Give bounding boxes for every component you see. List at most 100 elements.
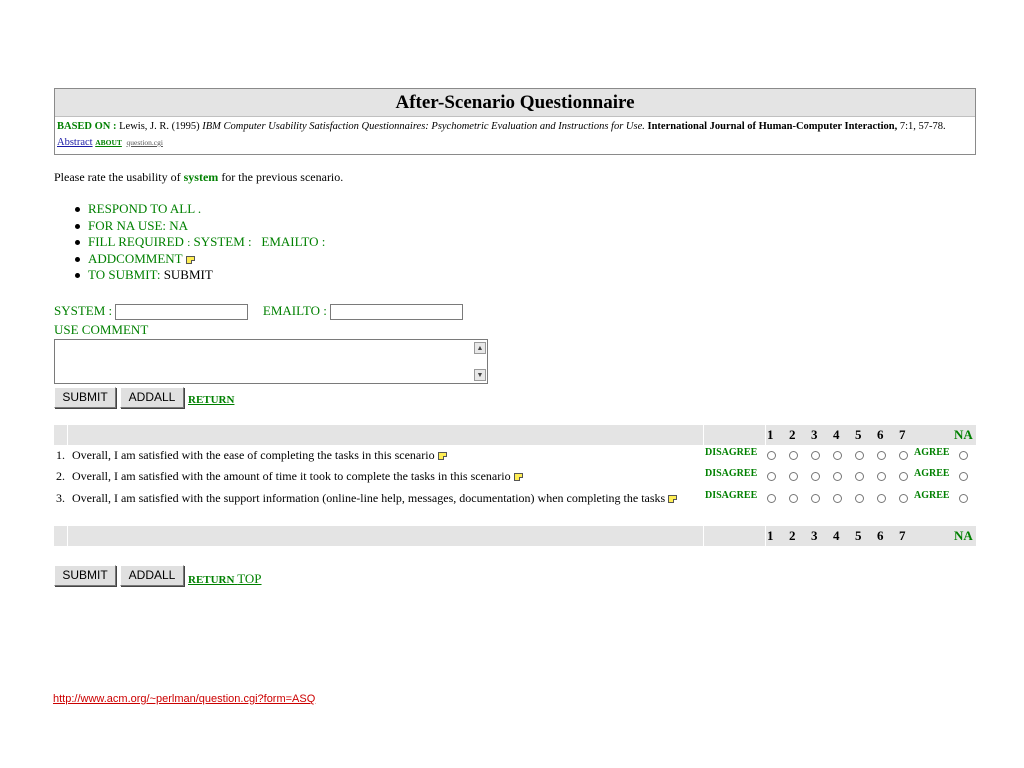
radio-7[interactable] xyxy=(899,494,908,503)
for-na-text: FOR NA USE: NA xyxy=(88,217,189,233)
radio-5[interactable] xyxy=(855,472,864,481)
scroll-down-arrow-icon[interactable]: ▼ xyxy=(474,369,486,381)
radio-1[interactable] xyxy=(767,494,776,503)
intro-suffix: for the previous scenario. xyxy=(221,170,344,184)
return-link[interactable]: RETURN xyxy=(188,394,234,406)
return-top-a: RETURN xyxy=(188,574,235,586)
radio-4[interactable] xyxy=(833,451,842,460)
radio-1[interactable] xyxy=(767,451,776,460)
return-top-b: TOP xyxy=(237,571,262,586)
to-submit-value: SUBMIT xyxy=(163,267,213,282)
instruction-fill-required: FILL REQUIRED : SYSTEM : EMAILTO : xyxy=(54,234,325,251)
scroll-up-arrow-icon[interactable]: ▲ xyxy=(474,342,486,354)
comment-textarea[interactable]: ▲ ▼ xyxy=(54,339,488,384)
addall-button-top[interactable]: ADDALL xyxy=(120,387,184,408)
system-input[interactable] xyxy=(115,304,249,321)
question-number: 2. xyxy=(56,469,65,483)
table-row: 3. Overall, I am satisfied with the suppo… xyxy=(54,488,976,526)
table-row: 1. Overall, I am satisfied with the ease … xyxy=(54,445,976,466)
citation-author: Lewis, J. R. (1995) xyxy=(119,121,200,132)
scale-footer-row: 1 2 3 4 5 6 7 NA xyxy=(54,526,976,546)
return-top-link[interactable]: RETURN TOP xyxy=(188,571,262,587)
radio-2[interactable] xyxy=(789,472,798,481)
radio-6[interactable] xyxy=(877,494,886,503)
agree-label: AGREE xyxy=(914,447,950,458)
radio-5[interactable] xyxy=(855,451,864,460)
header-box: After-Scenario Questionnaire BASED ON : … xyxy=(54,88,976,155)
agree-label: AGREE xyxy=(914,468,950,479)
question-label: Overall, I am satisfied with the ease of… xyxy=(72,448,435,462)
system-label: SYSTEM : xyxy=(54,303,113,318)
question-number: 3. xyxy=(56,491,65,505)
citation: BASED ON : Lewis, J. R. (1995) IBM Compu… xyxy=(55,117,975,154)
radio-2[interactable] xyxy=(789,494,798,503)
question-number: 1. xyxy=(56,448,65,462)
radio-4[interactable] xyxy=(833,494,842,503)
question-label: Overall, I am satisfied with the support… xyxy=(72,491,666,505)
instruction-for-na: FOR NA USE: NA xyxy=(54,218,325,235)
scale-label: 6 xyxy=(877,528,884,543)
radio-4[interactable] xyxy=(833,472,842,481)
radio-1[interactable] xyxy=(767,472,776,481)
addall-button-bottom[interactable]: ADDALL xyxy=(120,565,184,586)
emailto-input[interactable] xyxy=(330,304,464,321)
agree-label: AGREE xyxy=(914,490,950,501)
intro-text: Please rate the usability of system for … xyxy=(54,170,343,185)
radio-na[interactable] xyxy=(959,451,968,460)
scale-label: 3 xyxy=(811,427,818,442)
scale-label: 1 xyxy=(767,528,774,543)
intro-prefix: Please rate the usability of xyxy=(54,170,181,184)
note-icon[interactable] xyxy=(668,495,678,504)
footer-url-link[interactable]: http://www.acm.org/~perlman/question.cgi… xyxy=(53,693,315,705)
na-label: NA xyxy=(954,528,973,543)
comment-value xyxy=(55,340,487,344)
radio-3[interactable] xyxy=(811,451,820,460)
note-icon[interactable] xyxy=(513,473,523,482)
instruction-add-comment: ADDCOMMENT xyxy=(54,251,325,268)
fill-required-text: FILL REQUIRED xyxy=(88,234,184,249)
scale-label: 1 xyxy=(767,427,774,442)
radio-3[interactable] xyxy=(811,494,820,503)
note-icon[interactable] xyxy=(437,452,447,461)
radio-6[interactable] xyxy=(877,451,886,460)
question-label: Overall, I am satisfied with the amount … xyxy=(72,469,511,483)
respond-all-dot: . xyxy=(197,201,202,216)
instruction-to-submit: TO SUBMIT: SUBMIT xyxy=(54,267,325,284)
disagree-label: DISAGREE xyxy=(705,490,758,501)
scale-label: 3 xyxy=(811,528,818,543)
radio-na[interactable] xyxy=(959,472,968,481)
scale-header-row: 1 2 3 4 5 6 7 NA xyxy=(54,425,976,445)
scale-label: 4 xyxy=(833,427,840,442)
radio-na[interactable] xyxy=(959,494,968,503)
radio-3[interactable] xyxy=(811,472,820,481)
scale-label: 6 xyxy=(877,427,884,442)
scale-label: 5 xyxy=(855,528,862,543)
scale-label: 5 xyxy=(855,427,862,442)
submit-button-top[interactable]: SUBMIT xyxy=(54,387,116,408)
disagree-label: DISAGREE xyxy=(705,468,758,479)
note-icon[interactable] xyxy=(185,255,195,264)
disagree-label: DISAGREE xyxy=(705,447,758,458)
source-link[interactable]: question.cgi xyxy=(127,138,163,147)
fill-required-sep: : xyxy=(187,237,191,249)
about-link[interactable]: ABOUT xyxy=(95,138,122,147)
page-title: After-Scenario Questionnaire xyxy=(55,89,975,117)
question-text: 2. Overall, I am satisfied with the amoun… xyxy=(56,468,684,484)
scale-label: 2 xyxy=(789,427,796,442)
comment-label: USE COMMENT xyxy=(54,322,149,337)
submit-button-bottom[interactable]: SUBMIT xyxy=(54,565,116,586)
citation-title: IBM Computer Usability Satisfaction Ques… xyxy=(202,121,645,132)
scale-label: 4 xyxy=(833,528,840,543)
radio-2[interactable] xyxy=(789,451,798,460)
radio-7[interactable] xyxy=(899,472,908,481)
radio-7[interactable] xyxy=(899,451,908,460)
instructions-list: RESPOND TO ALL . FOR NA USE: NA FILL REQ… xyxy=(54,201,325,284)
questions-table: 1 2 3 4 5 6 7 NA 1. Overall, I am satisfi… xyxy=(54,425,976,546)
radio-5[interactable] xyxy=(855,494,864,503)
field-row: SYSTEM : EMAILTO : xyxy=(54,302,464,321)
abstract-link[interactable]: Abstract xyxy=(57,137,93,148)
scale-label: 2 xyxy=(789,528,796,543)
scale-label: 7 xyxy=(899,528,906,543)
form-area: SYSTEM : EMAILTO : xyxy=(54,302,464,321)
radio-6[interactable] xyxy=(877,472,886,481)
